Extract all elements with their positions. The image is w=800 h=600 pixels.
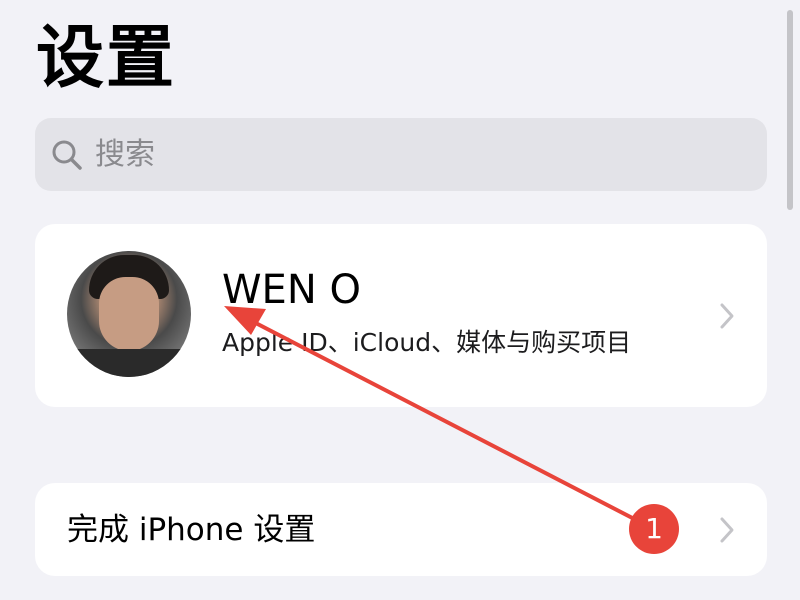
- search-bar[interactable]: 搜索: [35, 118, 767, 191]
- avatar-shirt: [67, 349, 191, 377]
- avatar: [67, 251, 191, 377]
- setup-row-label: 完成 iPhone 设置: [67, 512, 316, 548]
- apple-id-profile-row[interactable]: WEN O Apple ID、iCloud、媒体与购买项目: [35, 224, 767, 407]
- search-placeholder[interactable]: 搜索: [95, 118, 155, 191]
- profile-name: WEN O: [222, 267, 361, 313]
- settings-screen: 设置 搜索 WEN O Apple ID、iCloud、媒体与购买项目 完成 i…: [0, 0, 800, 600]
- chevron-right-icon: [717, 515, 737, 545]
- search-icon: [49, 137, 85, 173]
- profile-subtitle: Apple ID、iCloud、媒体与购买项目: [222, 328, 632, 357]
- notification-badge: 1: [629, 504, 679, 554]
- page-title: 设置: [36, 19, 177, 98]
- chevron-right-icon: [717, 301, 737, 331]
- finish-iphone-setup-row[interactable]: 完成 iPhone 设置 1: [35, 483, 767, 576]
- avatar-face: [99, 277, 159, 351]
- scroll-indicator[interactable]: [787, 10, 793, 210]
